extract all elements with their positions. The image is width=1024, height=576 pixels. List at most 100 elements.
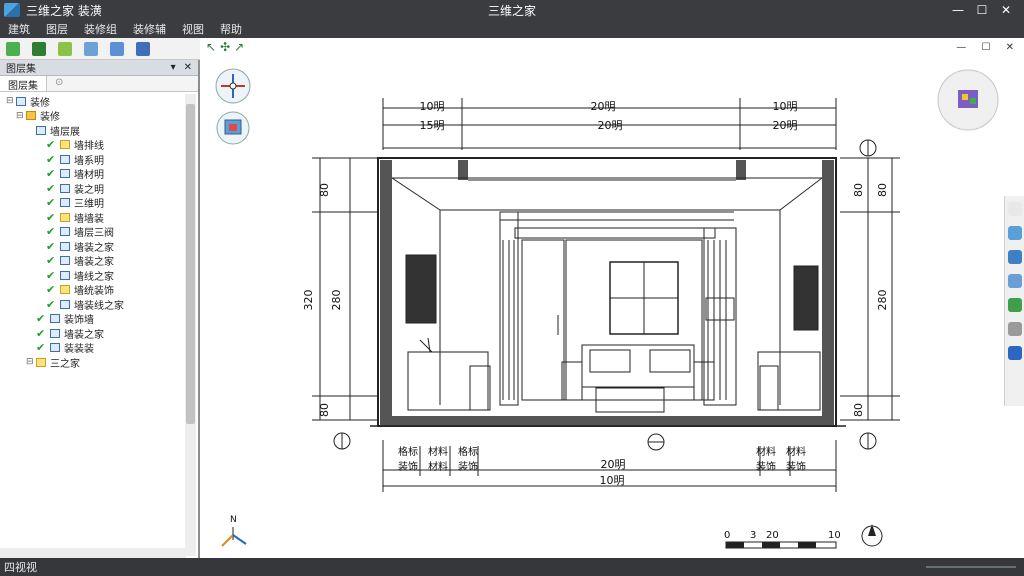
tree-node[interactable]: ✔ 墙装之家 [6, 239, 198, 254]
dim-top-outer-right: 10明 [773, 100, 798, 113]
tree-node-label: 装装装 [64, 344, 94, 356]
menu-item-building[interactable]: 建筑 [0, 21, 38, 37]
checkbox-checked-icon[interactable]: ✔ [46, 196, 57, 209]
checkbox-checked-icon[interactable]: ✔ [46, 283, 57, 296]
tree-node[interactable]: 墙层展 [6, 123, 198, 138]
tree-node[interactable]: ✔ 墙墙装 [6, 210, 198, 225]
checkbox-checked-icon[interactable]: ✔ [46, 254, 57, 267]
tree-expander-icon[interactable]: ⊟ [6, 96, 16, 106]
pin-icon[interactable]: ▾ [171, 62, 176, 73]
dim-bottom-inner: 20明 [601, 458, 626, 471]
app-logo-icon [4, 3, 20, 17]
tab-layers[interactable]: 图层集 [0, 76, 47, 92]
checkbox-checked-icon[interactable]: ✔ [46, 211, 57, 224]
strip-tool-5-icon[interactable] [1008, 298, 1022, 312]
maximize-button[interactable]: ☐ [970, 0, 994, 20]
orbit-icon[interactable] [216, 111, 250, 145]
tree-node[interactable]: ✔ 墙统装饰 [6, 283, 198, 297]
tree-node[interactable]: ⊟ 装修 [6, 109, 198, 124]
strip-tool-1-icon[interactable] [1008, 202, 1022, 216]
dim-right-4: 80 [852, 403, 865, 417]
menu-item-layers[interactable]: 图层 [38, 21, 76, 37]
tree-node[interactable]: ✔ 墙层三阀 [6, 225, 198, 239]
tree-node[interactable]: ✔ 墙线之家 [6, 268, 198, 283]
dim-top-inner-left: 15明 [420, 119, 445, 132]
dim-top-inner-mid: 20明 [598, 119, 623, 132]
tree-node[interactable]: ✔ 墙装之家 [6, 254, 198, 268]
checkbox-checked-icon[interactable]: ✔ [46, 153, 57, 166]
tree-expander-icon[interactable]: ⊟ [16, 111, 26, 121]
strip-tool-2-icon[interactable] [1008, 226, 1022, 240]
tree-node[interactable]: ✔ 墙装之家 [6, 326, 198, 341]
close-button[interactable]: ✕ [994, 0, 1018, 20]
layer-icon [50, 343, 60, 353]
material-label-3: 格标 [458, 445, 478, 458]
dim-left-4: 80 [318, 403, 331, 417]
material-label-4: 材料 [756, 445, 776, 458]
tree-node[interactable]: ✔ 墙排线 [6, 138, 198, 152]
menu-item-decor-group[interactable]: 装修组 [76, 21, 125, 37]
strip-tool-3-icon[interactable] [1008, 250, 1022, 264]
checkbox-checked-icon[interactable]: ✔ [46, 182, 57, 195]
checkbox-checked-icon[interactable]: ✔ [46, 138, 57, 151]
tree-node[interactable]: ⊟ 三之家 [6, 355, 198, 370]
layer-move-icon[interactable] [110, 41, 124, 56]
layer-icon [16, 96, 26, 106]
layer-link-icon[interactable] [58, 41, 72, 56]
tree-node[interactable]: ✔ 装之明 [6, 181, 198, 196]
layer-icon [36, 357, 46, 367]
minimize-button[interactable]: — [946, 0, 970, 20]
compass-rose-icon [861, 524, 883, 547]
checkbox-checked-icon[interactable]: ✔ [46, 298, 57, 311]
tree-scrollbar[interactable] [185, 94, 196, 556]
view-compass-icon[interactable] [215, 68, 251, 104]
strip-tool-6-icon[interactable] [1008, 322, 1022, 336]
material-sub-1: 装饰 [398, 460, 418, 473]
checkbox-checked-icon[interactable]: ✔ [46, 225, 57, 238]
strip-tool-7-icon[interactable] [1008, 346, 1022, 360]
checkbox-checked-icon[interactable]: ✔ [36, 312, 47, 325]
tree-node[interactable]: ✔ 墙装线之家 [6, 297, 198, 312]
tree-node[interactable]: ✔ 装饰墙 [6, 312, 198, 326]
layer-edit-icon[interactable] [84, 41, 98, 56]
layer-icon [60, 241, 70, 251]
layer-icon [60, 140, 70, 150]
tree-node[interactable]: ✔ 墙材明 [6, 167, 198, 181]
checkbox-checked-icon[interactable]: ✔ [36, 341, 47, 354]
strip-tool-4-icon[interactable] [1008, 274, 1022, 288]
checkbox-checked-icon[interactable]: ✔ [36, 327, 47, 340]
menu-item-view[interactable]: 视图 [174, 21, 212, 37]
layer-icon [60, 183, 70, 193]
layer-icon [60, 198, 70, 208]
view-cube-icon[interactable] [937, 69, 999, 131]
material-sub-2: 材料 [428, 460, 448, 473]
layer-icon [60, 227, 70, 237]
tab-options[interactable]: ⊙ [47, 76, 71, 91]
layer-icon [60, 299, 70, 309]
tree-node-label: 墙墙装 [74, 213, 104, 225]
panel-tabs: 图层集 ⊙ [0, 76, 198, 92]
dim-top-inner-right: 20明 [773, 119, 798, 132]
tree-node[interactable]: ✔ 墙系明 [6, 152, 198, 167]
checkbox-checked-icon[interactable]: ✔ [46, 240, 57, 253]
checkbox-checked-icon[interactable]: ✔ [46, 269, 57, 282]
tree-node[interactable]: ⊟ 装修 [6, 94, 198, 109]
status-bar: 四视视 [0, 558, 1024, 576]
tree-hscrollbar[interactable] [0, 548, 186, 558]
tree-node[interactable]: ✔ 装装装 [6, 341, 198, 356]
tree-expander-icon[interactable]: ⊟ [26, 357, 36, 367]
tree-node[interactable]: ✔ 三维明 [6, 196, 198, 210]
dim-right-3: 280 [876, 290, 889, 311]
tree-node-label: 墙层展 [50, 126, 80, 138]
new-layer-icon[interactable] [6, 41, 20, 56]
panel-close-icon[interactable]: ✕ [184, 62, 192, 73]
scrollbar-thumb[interactable] [186, 104, 195, 424]
layer-props-icon[interactable] [136, 41, 150, 56]
layer-icon [60, 285, 70, 295]
checkbox-checked-icon[interactable]: ✔ [46, 167, 57, 180]
menu-item-decor-tools[interactable]: 装修辅 [125, 21, 174, 37]
dim-right-2: 80 [852, 183, 865, 197]
drawing-viewport[interactable]: ↖✣↗ — ☐ ✕ 10明 20明 10明 15明 20明 20明 80 320… [202, 38, 1024, 558]
menu-item-help[interactable]: 帮助 [212, 21, 250, 37]
layer-save-icon[interactable] [32, 41, 46, 56]
